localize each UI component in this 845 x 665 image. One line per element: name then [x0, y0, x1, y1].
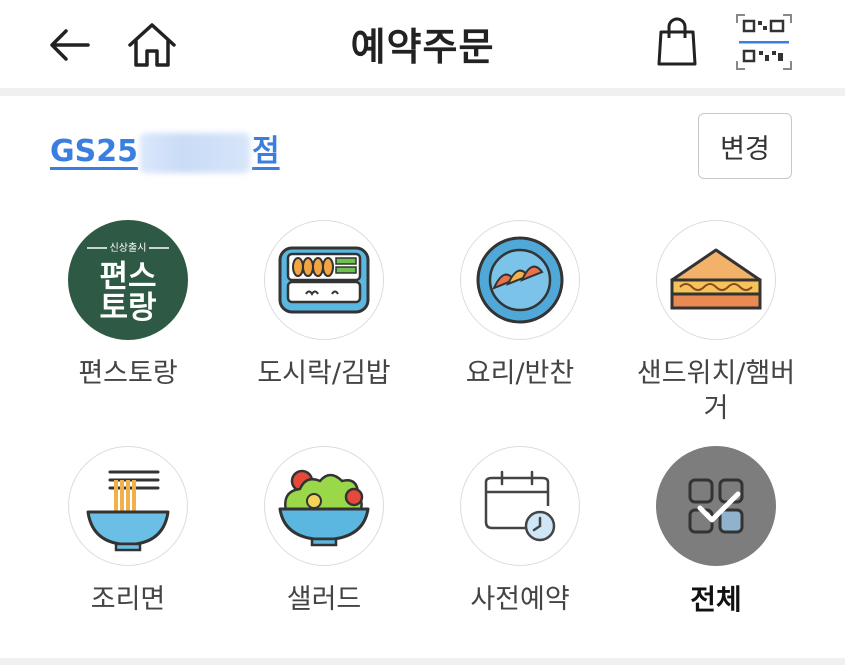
store-name-link[interactable]: GS25 점: [50, 126, 280, 173]
app-header: 예약주문: [0, 0, 845, 88]
category-label: 요리/반찬: [465, 358, 575, 389]
category-label: 편스토랑: [78, 358, 178, 389]
category-lunchbox[interactable]: 도시락/김밥: [234, 220, 414, 391]
lunchbox-icon: [278, 246, 370, 314]
page-title: 예약주문: [350, 25, 495, 69]
category-label: 사전예약: [470, 584, 570, 615]
cart-button[interactable]: [652, 14, 702, 70]
category-label: 샐러드: [286, 584, 362, 615]
category-label: 샌드위치/햄버 거: [636, 358, 796, 424]
category-label: 조리면: [90, 584, 166, 615]
redacted-store-name: [139, 132, 250, 173]
category-icon-circle: [460, 220, 580, 340]
logo-top-text: 신상출시: [110, 242, 147, 254]
category-icon-circle: [264, 220, 384, 340]
qr-code-icon: [736, 14, 792, 70]
salad-bowl-icon: [278, 469, 370, 547]
category-all[interactable]: 전체: [626, 446, 806, 617]
category-icon-circle: [460, 446, 580, 566]
dish-icon: [476, 236, 564, 324]
category-pyeonstorang[interactable]: 신상출시 편스 토랑 편스토랑: [38, 220, 218, 391]
qr-button[interactable]: [734, 12, 794, 72]
shopping-bag-icon: [657, 17, 697, 66]
category-sandwich[interactable]: 샌드위치/햄버 거: [626, 220, 806, 426]
store-name-suffix: 점: [251, 134, 280, 169]
category-icon-circle: [264, 446, 384, 566]
pyeonstorang-logo-icon: 신상출시 편스 토랑: [87, 242, 169, 326]
category-dish[interactable]: 요리/반찬: [430, 220, 610, 391]
category-label: 전체: [690, 583, 742, 616]
change-store-button[interactable]: 변경: [698, 113, 792, 179]
sandwich-icon: [670, 248, 762, 310]
header-divider: [0, 88, 845, 96]
bottom-divider: [0, 658, 845, 665]
category-icon-circle: 신상출시 편스 토랑: [68, 220, 188, 340]
calendar-clock-icon: [484, 470, 556, 542]
category-label: 도시락/김밥: [257, 358, 391, 389]
category-salad[interactable]: 샐러드: [234, 446, 414, 617]
all-grid-icon: [688, 478, 744, 534]
category-icon-circle: [656, 220, 776, 340]
store-name-prefix: GS25: [50, 134, 138, 169]
category-preorder[interactable]: 사전예약: [430, 446, 610, 617]
logo-line2: 토랑: [99, 290, 156, 326]
category-icon-circle: [68, 446, 188, 566]
category-noodles[interactable]: 조리면: [38, 446, 218, 617]
noodle-bowl-icon: [86, 470, 170, 552]
category-icon-circle: [656, 446, 776, 566]
